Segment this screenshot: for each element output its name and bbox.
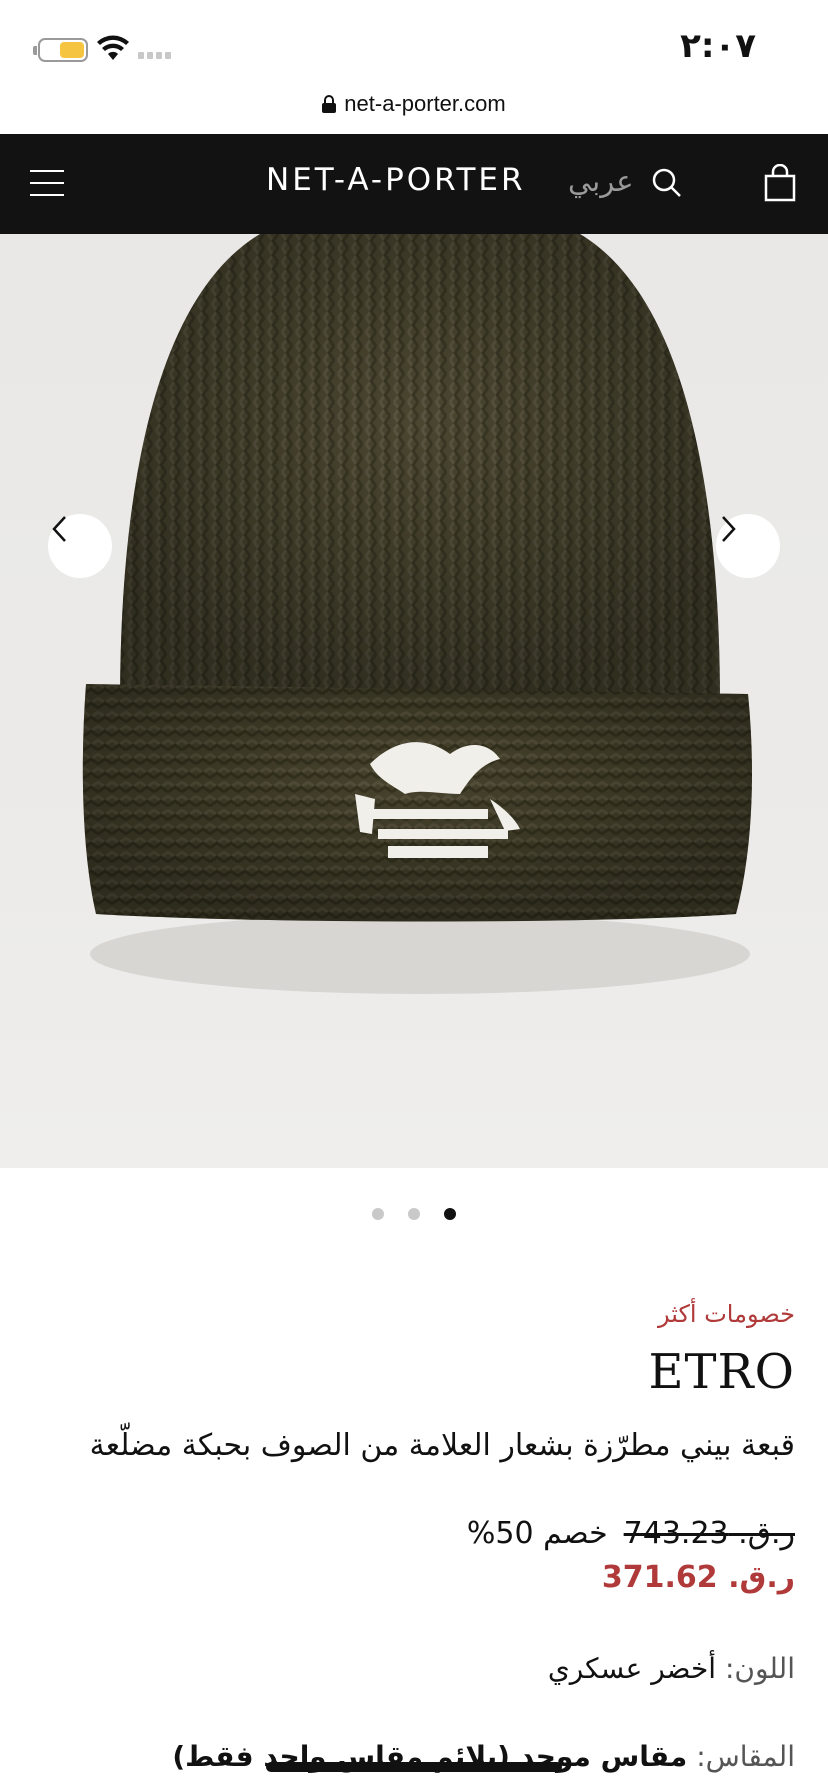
- color-row: اللون: أخضر عسكري: [40, 1652, 795, 1685]
- size-label: المقاس:: [696, 1740, 795, 1773]
- wifi-icon: [97, 35, 129, 60]
- price-row: ر.ق. 743.23 خصم 50%: [40, 1516, 795, 1551]
- site-logo[interactable]: NET-A-PORTER: [266, 162, 526, 198]
- previous-image-button[interactable]: [48, 514, 112, 578]
- promo-label[interactable]: خصومات أكثر: [40, 1300, 795, 1328]
- gallery-dot-3[interactable]: [444, 1208, 456, 1220]
- battery-level: [60, 42, 84, 58]
- hamburger-menu-icon[interactable]: [30, 168, 66, 198]
- cellular-signal-icon: [138, 52, 171, 59]
- site-header: NET-A-PORTER عربي: [0, 134, 828, 234]
- status-time: ٢:٠٧: [680, 26, 756, 66]
- discount-badge: خصم 50%: [466, 1516, 608, 1551]
- original-price: ر.ق. 743.23: [623, 1516, 795, 1551]
- color-label: اللون:: [724, 1652, 795, 1685]
- knit-beanie-image: [82, 234, 752, 994]
- color-value: أخضر عسكري: [547, 1652, 717, 1685]
- product-brand[interactable]: ETRO: [40, 1344, 795, 1400]
- battery-icon: [33, 38, 88, 62]
- chevron-left-icon: [52, 516, 66, 542]
- url-text: net-a-porter.com: [344, 91, 506, 116]
- product-title: قبعة بيني مطرّزة بشعار العلامة من الصوف …: [89, 1428, 795, 1463]
- product-image-gallery[interactable]: [0, 234, 828, 1168]
- gallery-dot-1[interactable]: [372, 1208, 384, 1220]
- language-switch[interactable]: عربي: [568, 164, 634, 198]
- shopping-bag-icon[interactable]: [762, 164, 798, 202]
- gallery-pagination: [0, 1208, 828, 1220]
- search-icon[interactable]: [650, 166, 684, 200]
- home-indicator[interactable]: [266, 1762, 562, 1772]
- browser-address-bar[interactable]: net-a-porter.com: [0, 80, 828, 128]
- gallery-dot-2[interactable]: [408, 1208, 420, 1220]
- lock-icon: [322, 95, 337, 113]
- chevron-right-icon: [722, 516, 736, 542]
- next-image-button[interactable]: [716, 514, 780, 578]
- sale-price: ر.ق. 371.62: [601, 1560, 795, 1595]
